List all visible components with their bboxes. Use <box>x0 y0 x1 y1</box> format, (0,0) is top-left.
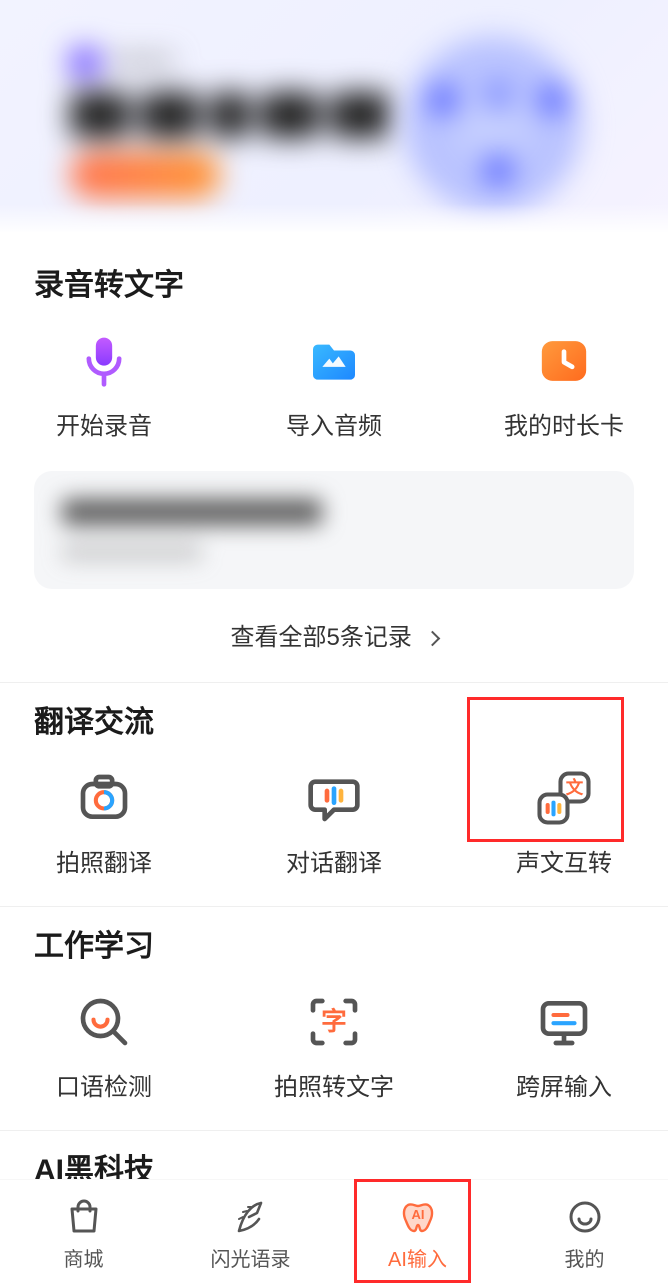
import-audio-button[interactable]: 导入音频 <box>254 330 414 441</box>
time-card-icon <box>533 330 595 392</box>
bag-icon <box>62 1195 106 1239</box>
ai-tooth-icon: AI <box>396 1195 440 1239</box>
start-record-label: 开始录音 <box>56 406 152 441</box>
folder-icon <box>303 330 365 392</box>
cross-screen-input-button[interactable]: 跨屏输入 <box>484 991 644 1102</box>
magnifier-smile-icon <box>73 991 135 1053</box>
section-title-translate: 翻译交流 <box>34 697 634 741</box>
photo-to-text-label: 拍照转文字 <box>274 1067 394 1102</box>
view-all-label: 查看全部5条记录 <box>230 624 411 651</box>
voice-text-swap-icon: 文 <box>533 767 595 829</box>
svg-text:AI: AI <box>411 1207 424 1222</box>
photo-to-text-button[interactable]: 字 拍照转文字 <box>254 991 414 1102</box>
nav-ai-input-label: AI输入 <box>388 1243 447 1272</box>
start-record-button[interactable]: 开始录音 <box>24 330 184 441</box>
feather-icon <box>229 1195 273 1239</box>
voice-text-swap-label: 声文互转 <box>516 843 612 878</box>
work-actions-row: 口语检测 字 拍照转文字 跨屏输入 <box>0 983 668 1126</box>
photo-translate-label: 拍照翻译 <box>56 843 152 878</box>
svg-text:字: 字 <box>321 1006 347 1036</box>
dialog-translate-button[interactable]: 对话翻译 <box>254 767 414 878</box>
camera-translate-icon <box>73 767 135 829</box>
section-title-work: 工作学习 <box>34 921 634 965</box>
record-actions-row: 开始录音 导入音频 我的时长卡 <box>0 322 668 465</box>
view-all-records-link[interactable]: 查看全部5条记录 <box>0 589 668 678</box>
import-audio-label: 导入音频 <box>286 406 382 441</box>
dialog-translate-label: 对话翻译 <box>286 843 382 878</box>
cross-screen-input-label: 跨屏输入 <box>516 1067 612 1102</box>
nav-quotes[interactable]: 闪光语录 <box>167 1180 334 1287</box>
bottom-nav: 商城 闪光语录 AI AI输入 我的 <box>0 1179 668 1287</box>
svg-text:文: 文 <box>566 777 584 797</box>
section-title-record: 录音转文字 <box>34 260 634 304</box>
nav-mine[interactable]: 我的 <box>501 1180 668 1287</box>
monitor-lines-icon <box>533 991 595 1053</box>
promo-banner[interactable] <box>0 0 668 232</box>
my-time-card-label: 我的时长卡 <box>504 406 624 441</box>
microphone-icon <box>73 330 135 392</box>
nav-store-label: 商城 <box>64 1243 104 1272</box>
my-time-card-button[interactable]: 我的时长卡 <box>484 330 644 441</box>
recent-record-card[interactable] <box>34 471 634 589</box>
photo-translate-button[interactable]: 拍照翻译 <box>24 767 184 878</box>
nav-ai-input[interactable]: AI AI输入 <box>334 1180 501 1287</box>
chevron-right-icon <box>424 631 440 647</box>
nav-mine-label: 我的 <box>565 1243 605 1272</box>
chat-bars-icon <box>303 767 365 829</box>
smile-outline-icon <box>563 1195 607 1239</box>
nav-quotes-label: 闪光语录 <box>211 1243 291 1272</box>
nav-store[interactable]: 商城 <box>0 1180 167 1287</box>
oral-check-button[interactable]: 口语检测 <box>24 991 184 1102</box>
oral-check-label: 口语检测 <box>56 1067 152 1102</box>
voice-text-swap-button[interactable]: 文 声文互转 <box>484 767 644 878</box>
scan-char-icon: 字 <box>303 991 365 1053</box>
translate-actions-row: 拍照翻译 对话翻译 文 <box>0 759 668 902</box>
